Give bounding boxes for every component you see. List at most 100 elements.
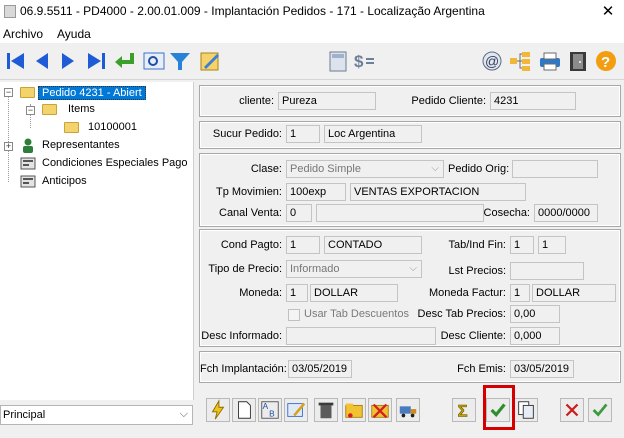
menu-archivo[interactable]: Archivo — [3, 27, 43, 41]
moneda-factur-code-field[interactable]: 1 — [510, 284, 530, 302]
tree-view[interactable]: − Pedido 4231 - Abiert − Items 10100001 … — [0, 82, 194, 400]
tree-line — [8, 96, 9, 182]
tree-node-representantes[interactable]: Representantes — [42, 139, 120, 151]
chevron-down-icon: ⌵ — [431, 163, 439, 174]
spell-check-icon[interactable]: AB — [258, 398, 282, 422]
currency-icon[interactable]: $ — [352, 50, 376, 72]
first-record-icon[interactable] — [4, 50, 28, 72]
chevron-down-icon[interactable]: ⌵ — [180, 408, 188, 421]
cond-pagto-code-field[interactable]: 1 — [286, 236, 320, 254]
desc-informado-label: Desc Informado: — [201, 330, 282, 342]
pedido-cliente-field[interactable]: 4231 — [490, 92, 576, 110]
truck-icon[interactable] — [396, 398, 420, 422]
folder-icon — [42, 104, 57, 115]
moneda-factur-label: Moneda Factur: — [428, 287, 506, 299]
desc-cliente-field: 0,000 — [510, 327, 560, 345]
edit-image-icon[interactable] — [284, 398, 308, 422]
window-title: 06.9.5511 - PD4000 - 2.00.01.009 - Impla… — [20, 4, 485, 18]
tree-structure-icon[interactable] — [508, 50, 532, 72]
svg-text:A: A — [263, 402, 269, 411]
tree-node-anticipos[interactable]: Anticipos — [42, 175, 87, 187]
open-folder-icon[interactable] — [342, 398, 366, 422]
fch-emis-label: Fch Emis: — [457, 363, 506, 375]
desc-tab-precios-field: 0,00 — [510, 305, 560, 323]
clase-label: Clase: — [250, 163, 282, 175]
at-sign-icon[interactable]: @ — [480, 50, 504, 72]
sigma-icon[interactable]: Σ — [452, 398, 476, 422]
exit-door-icon[interactable] — [566, 50, 590, 72]
cosecha-field[interactable]: 0000/0000 — [534, 204, 598, 222]
cliente-label: cliente: — [239, 95, 274, 107]
sucur-code-field[interactable]: 1 — [286, 125, 320, 143]
tree-node-condiciones[interactable]: Condiciones Especiales Pago — [42, 157, 188, 169]
usar-tab-descuentos-checkbox[interactable] — [288, 309, 300, 321]
tp-movimien-name-field: VENTAS EXPORTACION — [350, 183, 526, 201]
tipo-precio-select-value: Informado — [290, 263, 340, 275]
anticipos-icon — [20, 175, 36, 188]
last-record-icon[interactable] — [84, 50, 108, 72]
desc-tab-precios-label: Desc Tab Precios: — [417, 308, 506, 320]
view-select[interactable]: Principal ⌵ — [0, 405, 193, 425]
svg-text:B: B — [269, 409, 275, 418]
tab-ind-fin-field-1[interactable]: 1 — [510, 236, 534, 254]
expand-toggle[interactable]: + — [4, 142, 13, 151]
tree-node-items[interactable]: Items — [68, 103, 95, 115]
new-document-icon[interactable] — [232, 398, 256, 422]
ok-check-icon[interactable] — [588, 398, 612, 422]
desc-informado-field[interactable] — [286, 327, 436, 345]
svg-text:@: @ — [485, 53, 499, 69]
edit-document-icon[interactable] — [198, 50, 222, 72]
cond-pagto-label: Cond Pagto: — [220, 239, 282, 251]
prev-record-icon[interactable] — [30, 50, 54, 72]
menu-bar: Archivo Ayuda — [0, 24, 624, 43]
pedido-orig-field[interactable] — [512, 160, 598, 178]
filter-icon[interactable] — [168, 50, 192, 72]
trash-icon[interactable] — [314, 398, 338, 422]
pedido-orig-label: Pedido Orig: — [448, 163, 510, 175]
collapse-toggle[interactable]: − — [26, 106, 35, 115]
tp-movimien-label: Tp Movimien: — [215, 186, 282, 198]
pedido-cliente-label: Pedido Cliente: — [411, 95, 486, 107]
cancel-x-icon[interactable] — [560, 398, 584, 422]
next-record-icon[interactable] — [56, 50, 80, 72]
title-bar: 06.9.5511 - PD4000 - 2.00.01.009 - Impla… — [0, 0, 624, 24]
tipo-precio-select[interactable]: Informado ⌵ — [286, 260, 422, 278]
payment-conditions-icon — [20, 157, 36, 170]
clase-select-value: Pedido Simple — [290, 163, 361, 175]
cancel-folder-icon[interactable] — [368, 398, 392, 422]
svg-text:Σ: Σ — [458, 402, 468, 420]
moneda-label: Moneda: — [239, 287, 282, 299]
collapse-toggle[interactable]: − — [4, 88, 13, 97]
cliente-field[interactable]: Pureza — [278, 92, 376, 110]
canal-venta-code-field[interactable]: 0 — [286, 204, 312, 222]
close-button[interactable]: ✕ — [596, 2, 620, 22]
menu-ayuda[interactable]: Ayuda — [57, 27, 91, 41]
highlight-box — [483, 385, 515, 430]
printer-icon[interactable] — [538, 50, 562, 72]
usar-tab-descuentos-label: Usar Tab Descuentos — [304, 308, 409, 320]
copy-document-icon[interactable] — [514, 398, 538, 422]
fch-implantacion-field[interactable]: 03/05/2019 — [288, 360, 352, 378]
moneda-code-field[interactable]: 1 — [286, 284, 308, 302]
tab-ind-fin-label: Tab/Ind Fin: — [448, 239, 506, 251]
calculator-icon[interactable] — [326, 50, 350, 72]
help-icon[interactable]: ? — [594, 50, 618, 72]
sucur-label: Sucur Pedido: — [212, 128, 282, 140]
cosecha-label: Cosecha: — [483, 207, 530, 219]
return-icon[interactable] — [113, 50, 137, 72]
lst-precios-label: Lst Precios: — [448, 265, 506, 277]
cond-pagto-name-field: CONTADO — [324, 236, 422, 254]
tp-movimien-code-field[interactable]: 100exp — [286, 183, 346, 201]
tab-ind-fin-field-2[interactable]: 1 — [538, 236, 566, 254]
fch-emis-field[interactable]: 03/05/2019 — [510, 360, 574, 378]
tree-node-pedido[interactable]: Pedido 4231 - Abiert — [38, 86, 146, 100]
preview-icon[interactable] — [142, 50, 166, 72]
representative-person-icon — [23, 138, 33, 153]
lst-precios-field[interactable] — [510, 262, 584, 280]
canal-venta-label: Canal Venta: — [219, 207, 282, 219]
desc-cliente-label: Desc Cliente: — [440, 330, 506, 342]
app-icon — [4, 5, 16, 18]
lightning-icon[interactable] — [206, 398, 230, 422]
tree-node-item-child[interactable]: 10100001 — [88, 121, 137, 133]
clase-select[interactable]: Pedido Simple ⌵ — [286, 160, 444, 178]
